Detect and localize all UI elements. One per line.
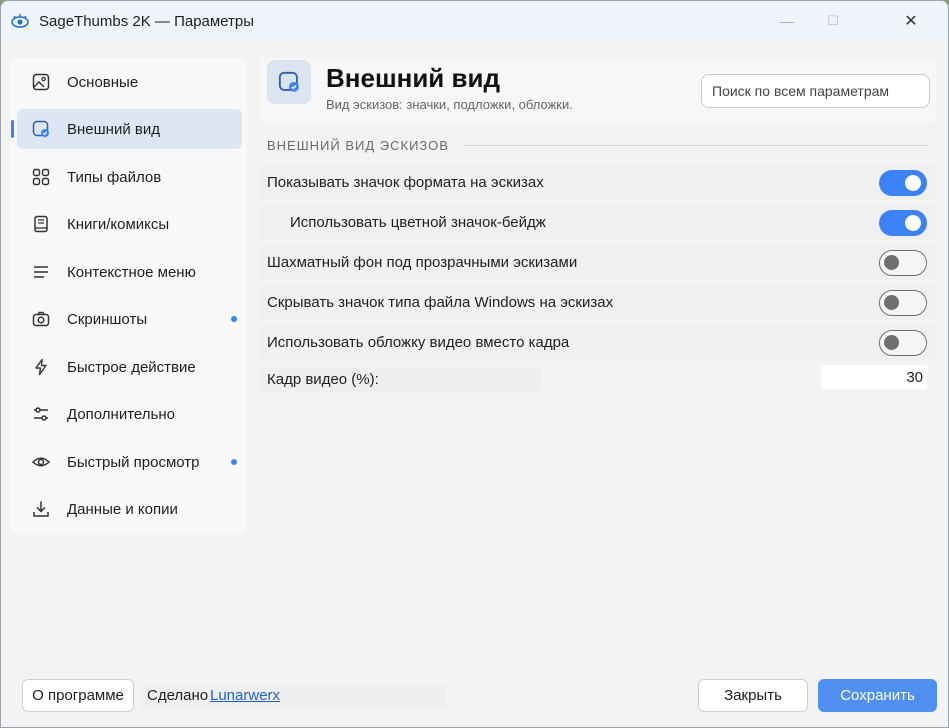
setting-row-checker-bg: Шахматный фон под прозрачными эскизами: [259, 244, 937, 280]
about-button[interactable]: О программе: [22, 679, 134, 712]
minimize-button[interactable]: —: [764, 1, 810, 41]
toggle-knob: [905, 215, 921, 231]
sidebar-item-label: Основные: [67, 74, 139, 91]
frame-percent-input[interactable]: [821, 365, 927, 389]
sidebar-item-label: Внешний вид: [67, 121, 160, 138]
grid-icon: [32, 168, 50, 186]
lunarwerx-link[interactable]: Lunarwerx: [210, 687, 280, 704]
sidebar-item-label: Быстрый просмотр: [67, 454, 200, 471]
sidebar-item-general[interactable]: Основные: [17, 62, 242, 102]
menu-lines-icon: [34, 266, 48, 278]
sidebar: Основные Внешний вид Типы файлов Книги/к…: [11, 58, 247, 533]
sidebar-item-screenshots[interactable]: Скриншоты: [17, 299, 242, 339]
sidebar-item-quick-action[interactable]: Быстрое действие: [17, 347, 242, 387]
book-icon: [34, 215, 48, 233]
setting-label: Использовать цветной значок-бейдж: [290, 214, 546, 231]
sidebar-item-quick-view[interactable]: Быстрый просмотр: [17, 442, 242, 482]
setting-row-hide-windows-icon: Скрывать значок типа файла Windows на эс…: [259, 284, 937, 320]
setting-label: Использовать обложку видео вместо кадра: [267, 334, 570, 351]
sidebar-item-data-backup[interactable]: Данные и копии: [17, 489, 242, 529]
setting-row-format-badge: Показывать значок формата на эскизах: [259, 164, 937, 200]
download-icon: [33, 501, 49, 517]
setting-row-color-badge: Использовать цветной значок-бейдж: [259, 204, 937, 240]
format-badge-toggle[interactable]: [879, 170, 927, 196]
frame-label: Кадр видео (%):: [267, 371, 379, 388]
sidebar-item-label: Книги/комиксы: [67, 216, 170, 233]
toggle-knob: [884, 335, 899, 350]
save-button[interactable]: Сохранить: [818, 679, 937, 712]
sidebar-item-label: Данные и копии: [67, 501, 178, 518]
made-by-text: Сделано: [147, 687, 209, 704]
toggle-knob: [905, 175, 921, 191]
sidebar-item-books[interactable]: Книги/комиксы: [17, 204, 242, 244]
sidebar-item-label: Быстрое действие: [67, 359, 196, 376]
appearance-icon: [278, 71, 299, 92]
setting-row-video-cover: Использовать обложку видео вместо кадра: [259, 324, 937, 360]
section-title: ВНЕШНИЙ ВИД ЭСКИЗОВ: [267, 138, 449, 153]
sidebar-item-context-menu[interactable]: Контекстное меню: [17, 252, 242, 292]
window-title: SageThumbs 2K — Параметры: [39, 13, 255, 30]
sidebar-item-label: Контекстное меню: [67, 264, 196, 281]
eye-icon: [32, 457, 50, 467]
sliders-icon: [34, 407, 48, 421]
lightning-icon: [35, 358, 47, 376]
close-window-button[interactable]: ✕: [888, 1, 934, 41]
camera-icon: [32, 311, 50, 327]
page-title: Внешний вид: [326, 63, 500, 93]
hide-windows-icon-toggle[interactable]: [879, 290, 927, 316]
setting-label: Шахматный фон под прозрачными эскизами: [267, 254, 578, 271]
app-eye-icon: [11, 14, 29, 28]
toggle-knob: [884, 295, 899, 310]
notification-dot: [231, 459, 237, 465]
checker-bg-toggle[interactable]: [879, 250, 927, 276]
setting-label: Скрывать значок типа файла Windows на эс…: [267, 294, 614, 311]
page-icon: [267, 60, 311, 104]
sidebar-item-advanced[interactable]: Дополнительно: [17, 394, 242, 434]
toggle-knob: [884, 255, 899, 270]
sidebar-item-label: Скриншоты: [67, 311, 148, 328]
sidebar-item-label: Типы файлов: [67, 169, 162, 186]
video-cover-toggle[interactable]: [879, 330, 927, 356]
sidebar-item-file-types[interactable]: Типы файлов: [17, 157, 242, 197]
notification-dot: [231, 316, 237, 322]
appearance-icon: [32, 120, 49, 137]
close-button[interactable]: Закрыть: [698, 679, 808, 712]
sidebar-item-label: Дополнительно: [67, 406, 175, 423]
active-indicator: [11, 120, 14, 138]
maximize-button[interactable]: ☐: [810, 1, 856, 41]
sidebar-item-appearance[interactable]: Внешний вид: [11, 109, 242, 149]
search-input[interactable]: [701, 74, 930, 108]
page-subtitle: Вид эскизов: значки, подложки, обложки.: [326, 97, 573, 112]
image-icon: [32, 73, 50, 91]
title-bar: SageThumbs 2K — Параметры — ☐ ✕: [1, 1, 948, 41]
setting-label: Показывать значок формата на эскизах: [267, 174, 544, 191]
color-badge-toggle[interactable]: [879, 210, 927, 236]
section-divider: [463, 145, 929, 146]
settings-window: SageThumbs 2K — Параметры — ☐ ✕ Основные…: [0, 0, 949, 728]
